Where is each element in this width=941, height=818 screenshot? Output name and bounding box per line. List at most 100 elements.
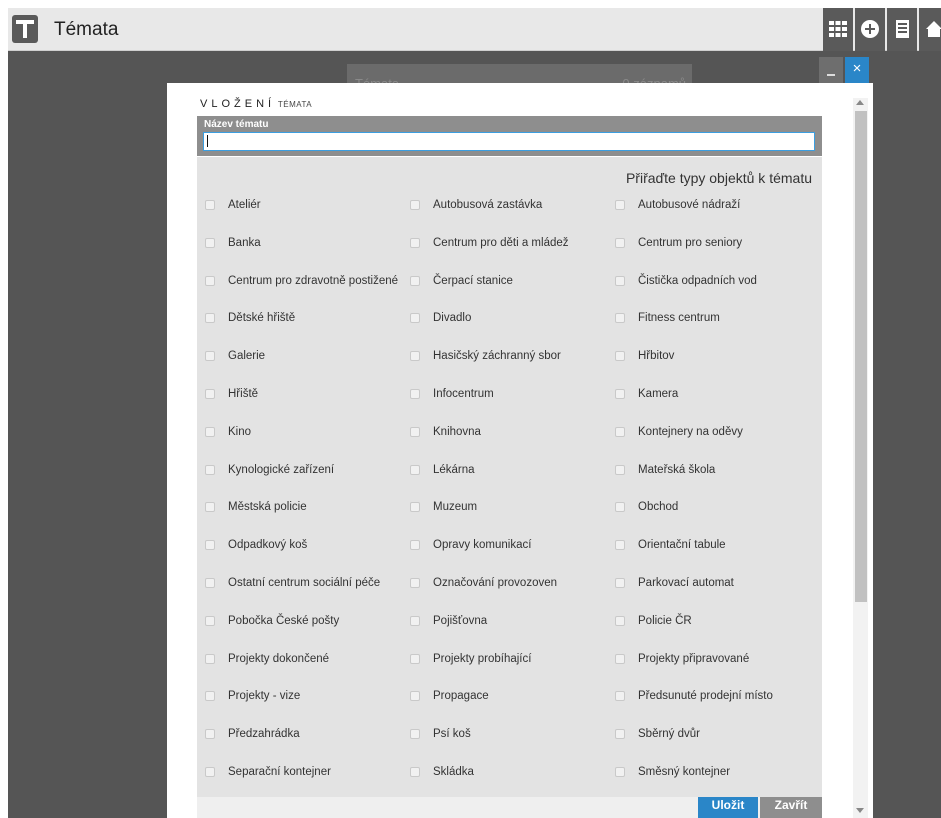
object-type-checkbox[interactable] <box>205 578 215 588</box>
object-type-option[interactable]: Sběrný dvůr <box>615 724 700 744</box>
object-type-checkbox[interactable] <box>205 767 215 777</box>
add-circle-icon[interactable] <box>855 8 885 51</box>
object-type-option[interactable]: Banka <box>205 233 261 253</box>
object-type-option[interactable]: Galerie <box>205 346 265 366</box>
object-type-checkbox[interactable] <box>410 540 420 551</box>
object-type-option[interactable]: Projekty připravované <box>615 649 749 669</box>
object-type-checkbox[interactable] <box>615 578 625 588</box>
object-type-checkbox[interactable] <box>205 200 215 210</box>
object-type-checkbox[interactable] <box>410 767 420 777</box>
cancel-button[interactable]: Zavřít <box>760 797 822 818</box>
object-type-option[interactable]: Předsunuté prodejní místo <box>615 686 773 706</box>
object-type-option[interactable]: Kamera <box>615 384 678 404</box>
home-icon[interactable] <box>919 8 941 51</box>
object-type-checkbox[interactable] <box>615 540 625 551</box>
object-type-option[interactable]: Centrum pro seniory <box>615 233 742 253</box>
object-type-option[interactable]: Opravy komunikací <box>410 535 531 555</box>
object-type-checkbox[interactable] <box>205 275 215 286</box>
object-type-checkbox[interactable] <box>205 615 215 626</box>
object-type-checkbox[interactable] <box>410 691 420 702</box>
object-type-option[interactable]: Čerpací stanice <box>410 271 513 291</box>
object-type-checkbox[interactable] <box>410 237 420 248</box>
object-type-option[interactable]: Čistička odpadních vod <box>615 271 757 291</box>
object-type-checkbox[interactable] <box>410 615 420 626</box>
object-type-option[interactable]: Obchod <box>615 497 678 517</box>
grid-icon[interactable] <box>823 8 853 51</box>
object-type-checkbox[interactable] <box>615 200 625 210</box>
save-button[interactable]: Uložit <box>698 797 758 818</box>
object-type-checkbox[interactable] <box>410 275 420 286</box>
object-type-option[interactable]: Centrum pro děti a mládež <box>410 233 569 253</box>
object-type-checkbox[interactable] <box>205 540 215 551</box>
object-type-checkbox[interactable] <box>615 464 625 475</box>
object-type-checkbox[interactable] <box>410 351 420 362</box>
object-type-option[interactable]: Kontejnery na oděvy <box>615 422 743 442</box>
object-type-option[interactable]: Odpadkový koš <box>205 535 307 555</box>
object-type-checkbox[interactable] <box>205 653 215 664</box>
object-type-option[interactable]: Dětské hřiště <box>205 308 295 328</box>
object-type-checkbox[interactable] <box>410 313 420 324</box>
object-type-checkbox[interactable] <box>615 313 625 324</box>
object-type-option[interactable]: Lékárna <box>410 460 475 480</box>
object-type-option[interactable]: Centrum pro zdravotně postižené <box>205 271 398 291</box>
minimize-button[interactable] <box>819 57 843 83</box>
object-type-option[interactable]: Knihovna <box>410 422 481 442</box>
object-type-checkbox[interactable] <box>615 389 625 399</box>
object-type-checkbox[interactable] <box>410 426 420 437</box>
object-type-option[interactable]: Ateliér <box>205 195 261 215</box>
object-type-checkbox[interactable] <box>615 691 625 702</box>
object-type-option[interactable]: Hřiště <box>205 384 258 404</box>
object-type-checkbox[interactable] <box>615 351 625 362</box>
object-type-option[interactable]: Divadlo <box>410 308 471 328</box>
object-type-option[interactable]: Psí koš <box>410 724 471 744</box>
object-type-option[interactable]: Autobusová zastávka <box>410 195 542 215</box>
object-type-option[interactable]: Směsný kontejner <box>615 762 730 782</box>
object-type-option[interactable]: Kynologické zařízení <box>205 460 334 480</box>
object-type-checkbox[interactable] <box>205 351 215 362</box>
scrollbar[interactable] <box>853 98 868 818</box>
object-type-option[interactable]: Policie ČR <box>615 611 692 631</box>
scrollbar-thumb[interactable] <box>855 111 867 602</box>
scroll-up-icon[interactable] <box>856 100 864 105</box>
object-type-checkbox[interactable] <box>205 502 215 513</box>
object-type-checkbox[interactable] <box>410 464 420 475</box>
document-icon[interactable] <box>887 8 917 51</box>
object-type-option[interactable]: Orientační tabule <box>615 535 726 555</box>
object-type-checkbox[interactable] <box>615 237 625 248</box>
object-type-checkbox[interactable] <box>615 502 625 513</box>
object-type-checkbox[interactable] <box>615 653 625 664</box>
object-type-option[interactable]: Infocentrum <box>410 384 494 404</box>
object-type-checkbox[interactable] <box>205 464 215 475</box>
object-type-option[interactable]: Pojišťovna <box>410 611 487 631</box>
object-type-option[interactable]: Fitness centrum <box>615 308 720 328</box>
object-type-option[interactable]: Projekty probíhající <box>410 649 531 669</box>
object-type-option[interactable]: Separační kontejner <box>205 762 331 782</box>
object-type-checkbox[interactable] <box>410 729 420 740</box>
object-type-option[interactable]: Parkovací automat <box>615 573 734 593</box>
object-type-checkbox[interactable] <box>205 691 215 702</box>
object-type-checkbox[interactable] <box>410 200 420 210</box>
object-type-option[interactable]: Projekty - vize <box>205 686 300 706</box>
object-type-option[interactable]: Muzeum <box>410 497 477 517</box>
object-type-option[interactable]: Pobočka České pošty <box>205 611 339 631</box>
object-type-checkbox[interactable] <box>205 313 215 324</box>
object-type-checkbox[interactable] <box>615 729 625 740</box>
object-type-option[interactable]: Označování provozoven <box>410 573 557 593</box>
object-type-option[interactable]: Propagace <box>410 686 489 706</box>
object-type-option[interactable]: Hasičský záchranný sbor <box>410 346 561 366</box>
topic-name-input[interactable] <box>203 132 815 151</box>
object-type-option[interactable]: Kino <box>205 422 251 442</box>
object-type-option[interactable]: Předzahrádka <box>205 724 300 744</box>
object-type-checkbox[interactable] <box>615 426 625 437</box>
object-type-checkbox[interactable] <box>410 389 420 399</box>
object-type-checkbox[interactable] <box>410 653 420 664</box>
scroll-down-icon[interactable] <box>856 808 864 813</box>
object-type-option[interactable]: Ostatní centrum sociální péče <box>205 573 380 593</box>
object-type-checkbox[interactable] <box>410 502 420 513</box>
object-type-option[interactable]: Projekty dokončené <box>205 649 329 669</box>
object-type-checkbox[interactable] <box>205 426 215 437</box>
object-type-option[interactable]: Skládka <box>410 762 474 782</box>
object-type-option[interactable]: Hřbitov <box>615 346 674 366</box>
object-type-checkbox[interactable] <box>615 275 625 286</box>
close-icon[interactable]: × <box>845 57 869 83</box>
